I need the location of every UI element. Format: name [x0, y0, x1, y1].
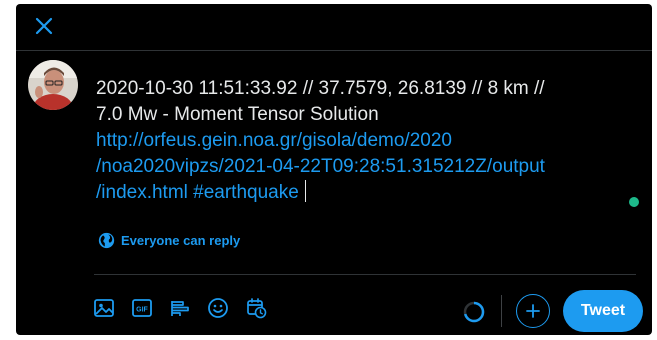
tweet-link-line[interactable]: http://orfeus.gein.noa.gr/gisola/demo/20… — [96, 128, 636, 154]
tweet-link-line[interactable]: /noa2020vipzs/2021-04-22T09:28:51.315212… — [96, 154, 636, 180]
toolbar-divider — [94, 274, 636, 275]
poll-button[interactable] — [168, 296, 192, 320]
tweet-text-area[interactable]: 2020-10-30 11:51:33.92 // 37.7579, 26.81… — [96, 76, 636, 206]
tweet-button[interactable]: Tweet — [563, 290, 643, 332]
media-button[interactable] — [92, 296, 116, 320]
tweet-text-line: 7.0 Mw - Moment Tensor Solution — [96, 104, 379, 125]
reply-setting-button[interactable]: Everyone can reply — [98, 232, 240, 249]
schedule-button[interactable] — [244, 296, 268, 320]
avatar[interactable] — [28, 60, 78, 110]
tweet-compose-modal: 2020-10-30 11:51:33.92 // 37.7579, 26.81… — [16, 4, 652, 335]
tweet-link-line[interactable]: /index.html #earthquake — [96, 182, 299, 203]
image-icon — [94, 299, 114, 317]
gif-button[interactable]: GIF — [130, 296, 154, 320]
close-icon — [35, 17, 53, 35]
globe-icon — [98, 232, 115, 249]
emoji-icon — [208, 298, 228, 318]
plus-icon — [526, 304, 540, 318]
reply-setting-label: Everyone can reply — [121, 233, 241, 248]
poll-icon — [171, 301, 189, 316]
add-tweet-button[interactable] — [516, 294, 550, 328]
status-dot — [629, 197, 639, 207]
tweet-text-line: 2020-10-30 11:51:33.92 // 37.7579, 26.81… — [96, 78, 545, 99]
close-button[interactable] — [30, 12, 58, 40]
header-divider — [16, 50, 652, 51]
character-progress-ring — [463, 301, 485, 323]
compose-toolbar: GIF — [92, 296, 268, 320]
text-caret — [304, 180, 306, 202]
emoji-button[interactable] — [206, 296, 230, 320]
action-divider — [501, 295, 502, 327]
gif-label: GIF — [136, 307, 148, 314]
gif-icon: GIF — [132, 299, 152, 317]
schedule-icon — [247, 298, 267, 319]
